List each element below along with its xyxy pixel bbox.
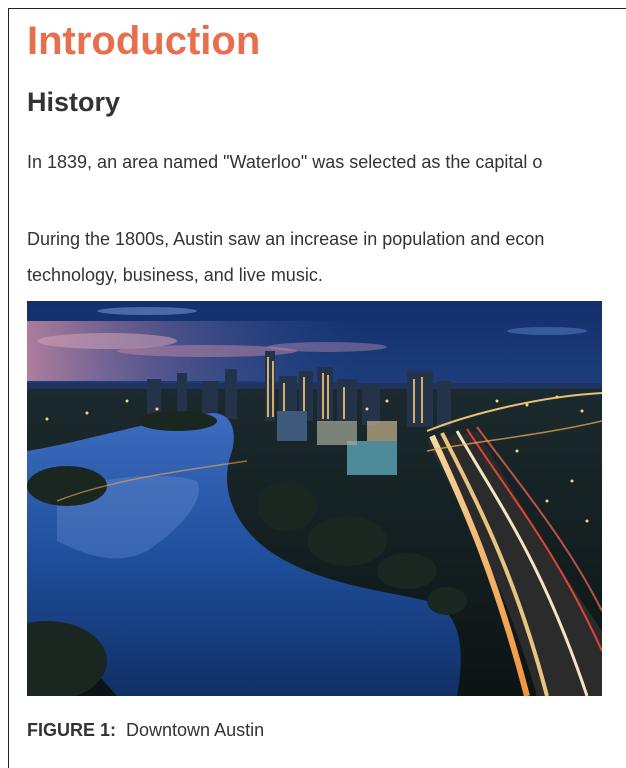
paragraph-2: During the 1800s, Austin saw an increase… bbox=[27, 221, 544, 293]
paragraph-2-line-2: technology, business, and live music. bbox=[27, 265, 323, 285]
figure-image-downtown-austin bbox=[27, 301, 602, 696]
article: Introduction History In 1839, an area na… bbox=[27, 18, 626, 285]
figure-caption: FIGURE 1: Downtown Austin bbox=[27, 718, 264, 742]
section-heading: History bbox=[27, 87, 121, 117]
figure-caption-text: Downtown Austin bbox=[126, 720, 265, 740]
paragraph-2-line-1: During the 1800s, Austin saw an increase… bbox=[27, 229, 545, 249]
city-photo-illustration bbox=[27, 301, 602, 696]
paragraph-1: In 1839, an area named "Waterloo" was se… bbox=[27, 152, 543, 172]
figure-label: FIGURE 1: bbox=[27, 720, 117, 740]
page-title: Introduction bbox=[27, 19, 261, 63]
